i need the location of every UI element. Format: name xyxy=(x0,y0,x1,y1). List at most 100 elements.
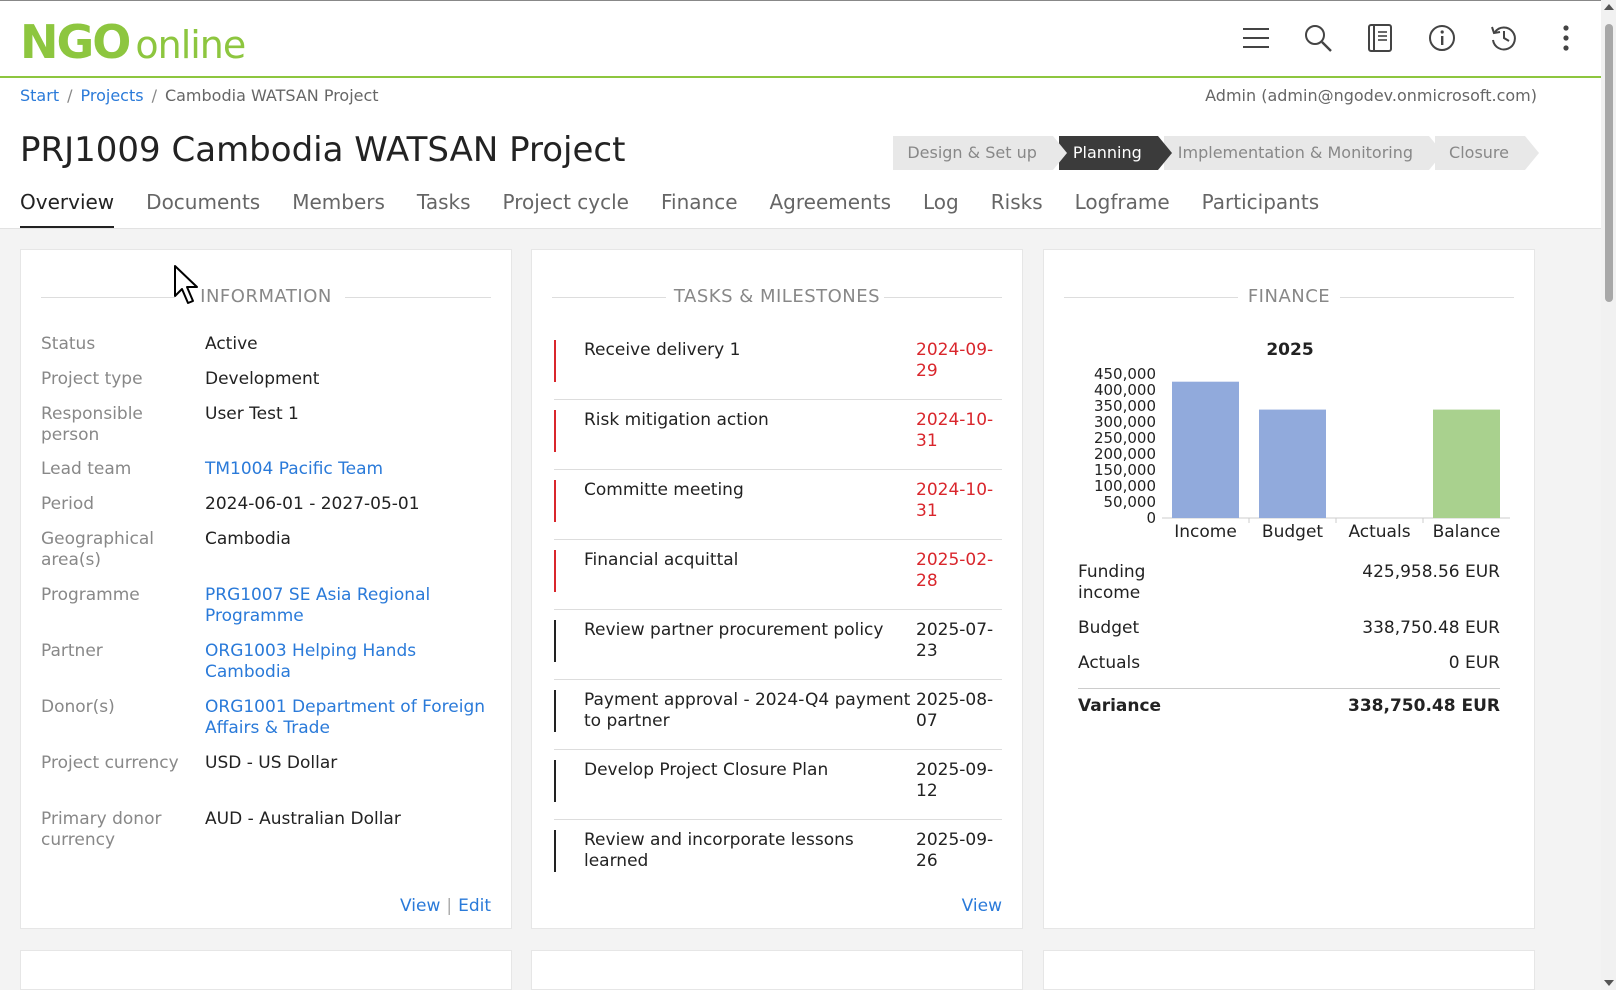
app-header: NGO online xyxy=(0,0,1601,78)
task-date-line: 28 xyxy=(916,571,938,591)
project-stages: Design & Set up Planning Implementation … xyxy=(893,136,1539,170)
task-row[interactable]: Receive delivery 1 2024-09- 29 xyxy=(554,330,1002,400)
tab-overview[interactable]: Overview xyxy=(20,190,115,228)
task-date-line: 2024-09- xyxy=(916,340,994,360)
info-label: Donor(s) xyxy=(41,697,115,717)
stage-closure[interactable]: Closure xyxy=(1435,136,1539,170)
task-date-line: 31 xyxy=(916,501,938,521)
finance-label: Funding income xyxy=(1078,562,1146,603)
breadcrumb-separator: / xyxy=(67,86,73,105)
tab-members[interactable]: Members xyxy=(292,190,385,228)
info-row-project-currency: Project currency USD - US Dollar xyxy=(41,753,491,774)
task-date-line: 12 xyxy=(916,781,938,801)
information-view-link[interactable]: View xyxy=(400,896,440,916)
information-card: INFORMATION Status Active Project type D… xyxy=(20,249,512,929)
finance-row-budget: Budget 338,750.48 EUR xyxy=(1078,618,1500,639)
info-icon[interactable] xyxy=(1425,21,1459,55)
info-value: AUD - Australian Dollar xyxy=(205,809,401,829)
info-label: Project type xyxy=(41,369,143,389)
y-tick-label: 0 xyxy=(1146,509,1156,527)
tab-project-cycle[interactable]: Project cycle xyxy=(503,190,629,228)
page-title: PRJ1009 Cambodia WATSAN Project xyxy=(20,130,626,170)
task-date: 2025-02- 28 xyxy=(916,540,1002,609)
lead-team-link[interactable]: TM1004 Pacific Team xyxy=(205,459,491,480)
ngo-online-logo[interactable]: NGO online xyxy=(20,15,246,69)
page-scrollbar[interactable] xyxy=(1601,0,1616,990)
finance-value: 338,750.48 EUR xyxy=(1362,618,1500,638)
tab-tasks[interactable]: Tasks xyxy=(417,190,471,228)
task-date-line: 23 xyxy=(916,641,938,661)
task-name: Financial acquittal xyxy=(584,550,739,570)
tab-risks[interactable]: Risks xyxy=(991,190,1043,228)
partner-link[interactable]: ORG1003 Helping Hands Cambodia xyxy=(205,641,491,683)
finance-card: FINANCE 2025 450,000 400,000 350,000 300,000… xyxy=(1043,249,1535,929)
mouse-cursor-icon xyxy=(174,265,198,304)
breadcrumb-start-link[interactable]: Start xyxy=(20,86,59,105)
task-date: 2024-09- 29 xyxy=(916,330,1002,399)
task-row[interactable]: Risk mitigation action 2024-10- 31 xyxy=(554,400,1002,470)
x-tick-label: Income xyxy=(1174,522,1237,542)
finance-label: Budget xyxy=(1078,618,1140,638)
project-tabs: Overview Documents Members Tasks Project… xyxy=(20,190,1319,228)
tab-logframe[interactable]: Logframe xyxy=(1075,190,1170,228)
info-row-lead-team: Lead team TM1004 Pacific Team xyxy=(41,459,491,480)
book-icon[interactable] xyxy=(1363,21,1397,55)
tab-participants[interactable]: Participants xyxy=(1202,190,1319,228)
task-row[interactable]: Review and incorporate lessons learned 2… xyxy=(554,820,1002,890)
task-date-line: 2024-10- xyxy=(916,480,994,500)
info-label: Primary donor currency xyxy=(41,809,162,850)
task-row[interactable]: Committe meeting 2024-10- 31 xyxy=(554,470,1002,540)
task-name: Committe meeting xyxy=(584,480,744,500)
scroll-down-icon[interactable] xyxy=(1604,980,1614,986)
task-date-line: 2025-09- xyxy=(916,760,994,780)
breadcrumb-current: Cambodia WATSAN Project xyxy=(164,86,379,105)
logo-online-text: online xyxy=(135,23,246,67)
tab-log[interactable]: Log xyxy=(923,190,959,228)
search-icon[interactable] xyxy=(1301,21,1335,55)
x-tick-label: Actuals xyxy=(1348,522,1410,542)
page-content: Start / Projects / Cambodia WATSAN Proje… xyxy=(0,78,1601,990)
tasks-card-title: TASKS & MILESTONES xyxy=(552,286,1002,307)
tab-finance[interactable]: Finance xyxy=(661,190,738,228)
programme-link[interactable]: PRG1007 SE Asia Regional Programme xyxy=(205,585,491,627)
task-date: 2024-10- 31 xyxy=(916,470,1002,539)
info-row-responsible-person: Responsible person User Test 1 xyxy=(41,404,491,446)
finance-label: Actuals xyxy=(1078,653,1141,673)
information-title-text: INFORMATION xyxy=(192,286,340,307)
donor-link[interactable]: ORG1001 Department of Foreign Affairs & … xyxy=(205,697,491,739)
finance-title-text: FINANCE xyxy=(1239,286,1339,307)
chart-bar xyxy=(1172,381,1239,518)
tab-agreements[interactable]: Agreements xyxy=(770,190,892,228)
user-account-label[interactable]: Admin (admin@ngodev.onmicrosoft.com) xyxy=(1205,86,1537,105)
information-card-actions: View | Edit xyxy=(400,896,491,916)
scrollbar-thumb[interactable] xyxy=(1605,24,1613,302)
menu-icon[interactable] xyxy=(1239,21,1273,55)
chart-bar xyxy=(1259,409,1326,518)
stage-implementation-monitoring[interactable]: Implementation & Monitoring xyxy=(1163,136,1444,170)
information-edit-link[interactable]: Edit xyxy=(458,896,491,916)
header-toolbar xyxy=(1239,21,1583,55)
finance-row-actuals: Actuals 0 EUR xyxy=(1078,653,1500,674)
breadcrumb-separator: / xyxy=(151,86,157,105)
stage-design-setup[interactable]: Design & Set up xyxy=(893,136,1067,170)
history-icon[interactable] xyxy=(1487,21,1521,55)
task-name: Payment approval - 2024-Q4 payment to pa… xyxy=(584,690,911,731)
scroll-up-icon[interactable] xyxy=(1604,4,1614,10)
info-row-status: Status Active xyxy=(41,334,491,355)
stage-planning[interactable]: Planning xyxy=(1058,136,1172,170)
task-name: Review and incorporate lessons learned xyxy=(584,830,854,871)
breadcrumb-projects-link[interactable]: Projects xyxy=(80,86,143,105)
task-row[interactable]: Payment approval - 2024-Q4 payment to pa… xyxy=(554,680,1002,750)
finance-row-variance: Variance 338,750.48 EUR xyxy=(1078,688,1500,717)
task-row[interactable]: Financial acquittal 2025-02- 28 xyxy=(554,540,1002,610)
task-row[interactable]: Develop Project Closure Plan 2025-09- 12 xyxy=(554,750,1002,820)
finance-row-funding-income: Funding income 425,958.56 EUR xyxy=(1078,562,1500,604)
task-date-line: 26 xyxy=(916,851,938,871)
task-date-line: 29 xyxy=(916,361,938,381)
task-row[interactable]: Review partner procurement policy 2025-0… xyxy=(554,610,1002,680)
finance-bar-chart: 2025450,000400,000350,000300,000250,0002… xyxy=(1094,340,1510,542)
information-card-title: INFORMATION xyxy=(41,286,491,307)
tab-documents[interactable]: Documents xyxy=(146,190,260,228)
more-vertical-icon[interactable] xyxy=(1549,21,1583,55)
tasks-view-link[interactable]: View xyxy=(962,896,1002,916)
